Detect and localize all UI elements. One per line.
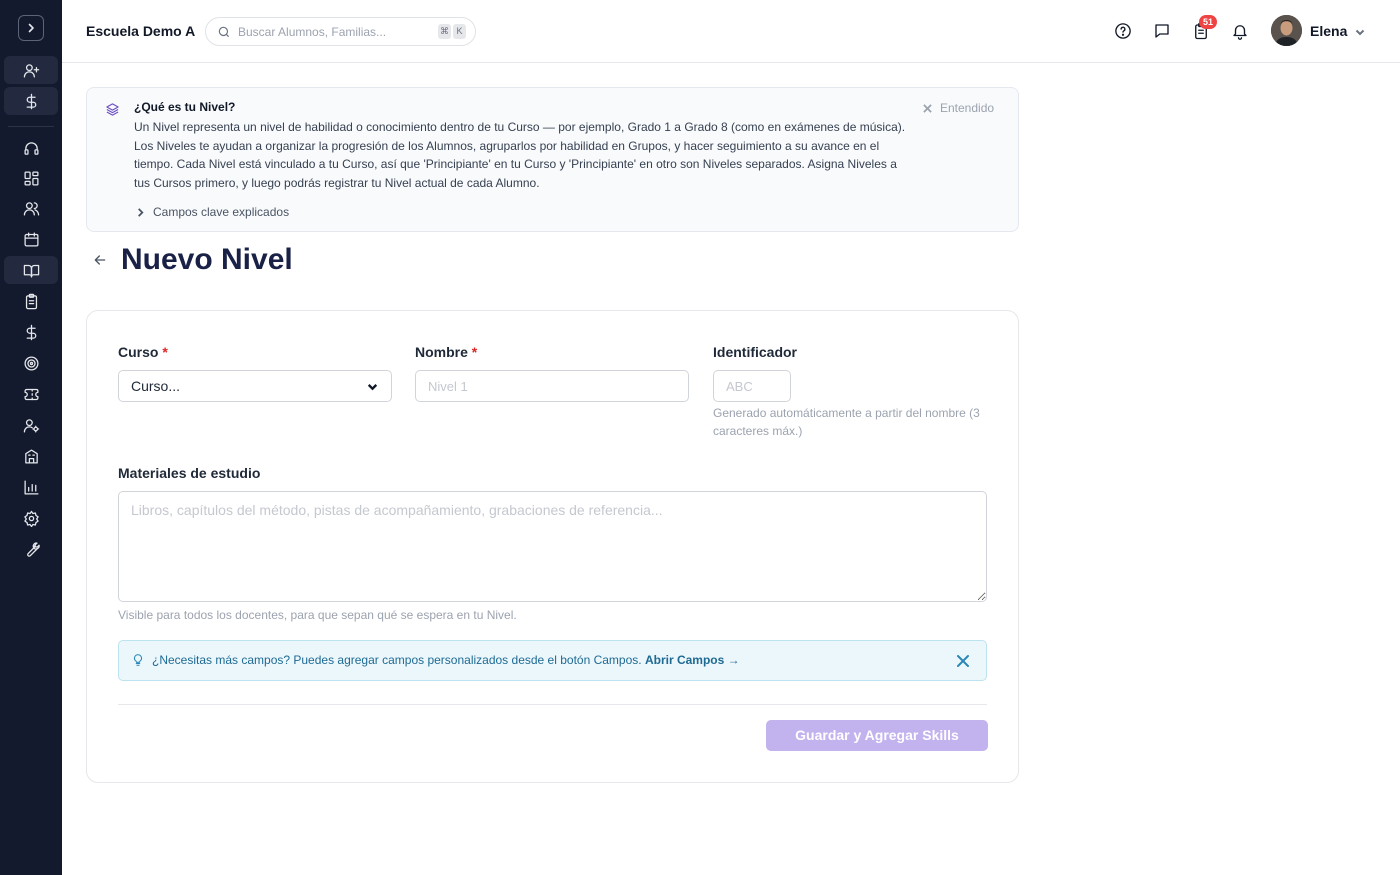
clipboard-icon xyxy=(25,293,37,309)
dollar-icon xyxy=(26,93,36,109)
chat-bubble-icon xyxy=(1155,24,1169,38)
sidebar-item-students[interactable] xyxy=(4,194,58,222)
curso-label: Curso * xyxy=(118,344,168,360)
arrow-left-icon xyxy=(94,255,106,265)
curso-select-value: Curso... xyxy=(131,378,181,394)
tip-text: ¿Necesitas más campos? Puedes agregar ca… xyxy=(152,653,642,667)
open-book-icon xyxy=(23,264,39,278)
chevron-right-icon xyxy=(138,207,144,217)
sidebar-divider xyxy=(8,126,54,127)
page-title: Nuevo Nivel xyxy=(121,243,293,276)
bell-icon xyxy=(1233,25,1247,40)
user-photo xyxy=(1271,15,1302,46)
sidebar-item-tasks[interactable] xyxy=(4,287,58,315)
tasks-count-badge: 51 xyxy=(1199,15,1217,29)
key-fields-label: Campos clave explicados xyxy=(153,205,290,219)
tip-close-button[interactable] xyxy=(957,654,970,667)
bar-chart-icon xyxy=(23,479,39,495)
sidebar-item-school[interactable] xyxy=(4,442,58,470)
save-and-add-skills-button[interactable]: Guardar y Agregar Skills xyxy=(766,720,988,751)
close-icon xyxy=(923,103,932,113)
custom-fields-tip: ¿Necesitas más campos? Puedes agregar ca… xyxy=(118,640,987,681)
form-divider xyxy=(118,704,987,705)
sidebar-item-reports[interactable] xyxy=(4,473,58,501)
info-banner: ¿Qué es tu Nivel? Un Nivel representa un… xyxy=(86,87,1019,232)
headset-icon xyxy=(23,141,39,155)
sidebar-item-calendar[interactable] xyxy=(4,225,58,253)
layers-icon xyxy=(105,102,121,118)
target-icon xyxy=(23,355,39,371)
tip-message: ¿Necesitas más campos? Puedes agregar ca… xyxy=(152,653,740,667)
sidebar-item-add-student[interactable] xyxy=(4,56,58,84)
search-input[interactable] xyxy=(238,23,433,41)
user-avatar[interactable] xyxy=(1271,15,1302,46)
identificador-label: Identificador xyxy=(713,344,798,360)
back-button[interactable] xyxy=(92,252,110,270)
banner-dismiss-button[interactable]: Entendido xyxy=(923,101,994,115)
sidebar xyxy=(0,0,62,875)
sidebar-item-support[interactable] xyxy=(4,134,58,162)
user-settings-icon xyxy=(23,418,39,433)
calendar-icon xyxy=(23,231,39,247)
school-name: Escuela Demo A xyxy=(86,23,196,39)
banner-body: Un Nivel representa un nivel de habilida… xyxy=(134,120,906,190)
required-asterisk: * xyxy=(471,344,478,360)
curso-select[interactable]: Curso... xyxy=(118,370,392,402)
search-icon xyxy=(218,26,230,38)
banner-dismiss-label: Entendido xyxy=(940,101,995,115)
lightbulb-icon xyxy=(131,653,145,672)
gear-icon xyxy=(23,510,39,527)
sidebar-item-goals[interactable] xyxy=(4,349,58,377)
nombre-label-text: Nombre xyxy=(415,344,468,360)
sidebar-item-staff[interactable] xyxy=(4,411,58,439)
user-plus-icon xyxy=(23,63,39,78)
shortcut-key-k: K xyxy=(453,24,466,39)
required-asterisk: * xyxy=(162,344,168,360)
sidebar-item-courses[interactable] xyxy=(4,256,58,284)
sidebar-item-settings[interactable] xyxy=(4,504,58,532)
materiales-textarea[interactable] xyxy=(118,491,987,602)
close-icon xyxy=(957,655,969,667)
ticket-icon xyxy=(23,388,39,400)
users-icon xyxy=(23,201,39,216)
dashboard-grid-icon xyxy=(23,170,39,186)
sidebar-item-add-payment[interactable] xyxy=(4,87,58,115)
banner-title: ¿Qué es tu Nivel? xyxy=(134,100,236,114)
nombre-input[interactable] xyxy=(415,370,689,402)
materiales-hint: Visible para todos los docentes, para qu… xyxy=(118,608,517,622)
identificador-input[interactable] xyxy=(713,370,791,402)
dollar-icon xyxy=(26,324,36,340)
level-form-card: Curso * Curso... Nombre * Identificador … xyxy=(86,310,1019,783)
notifications-button[interactable] xyxy=(1230,21,1250,41)
sidebar-item-tools[interactable] xyxy=(4,535,58,563)
user-name[interactable]: Elena xyxy=(1310,23,1347,39)
open-fields-link[interactable]: Abrir Campos → xyxy=(645,653,740,667)
building-icon xyxy=(24,448,38,464)
chevron-right-icon xyxy=(28,23,34,33)
chevron-down-icon xyxy=(1355,29,1365,36)
chevron-down-icon xyxy=(367,383,378,390)
identificador-hint: Generado automáticamente a partir del no… xyxy=(713,406,980,438)
search-box[interactable]: ⌘ K xyxy=(205,17,476,46)
messages-button[interactable] xyxy=(1152,21,1172,41)
sidebar-expand-toggle[interactable] xyxy=(18,15,44,41)
sidebar-item-billing[interactable] xyxy=(4,318,58,346)
curso-label-text: Curso xyxy=(118,344,159,360)
materiales-label: Materiales de estudio xyxy=(118,465,261,481)
wrench-icon xyxy=(26,541,40,557)
sidebar-item-dashboard[interactable] xyxy=(4,164,58,192)
sidebar-item-tickets[interactable] xyxy=(4,380,58,408)
help-circle-icon xyxy=(1115,23,1131,39)
help-button[interactable] xyxy=(1113,21,1133,41)
key-fields-toggle[interactable]: Campos clave explicados xyxy=(136,205,289,219)
user-menu-toggle[interactable] xyxy=(1354,25,1366,37)
shortcut-key-cmd: ⌘ xyxy=(438,24,451,39)
nombre-label: Nombre * xyxy=(415,344,477,360)
